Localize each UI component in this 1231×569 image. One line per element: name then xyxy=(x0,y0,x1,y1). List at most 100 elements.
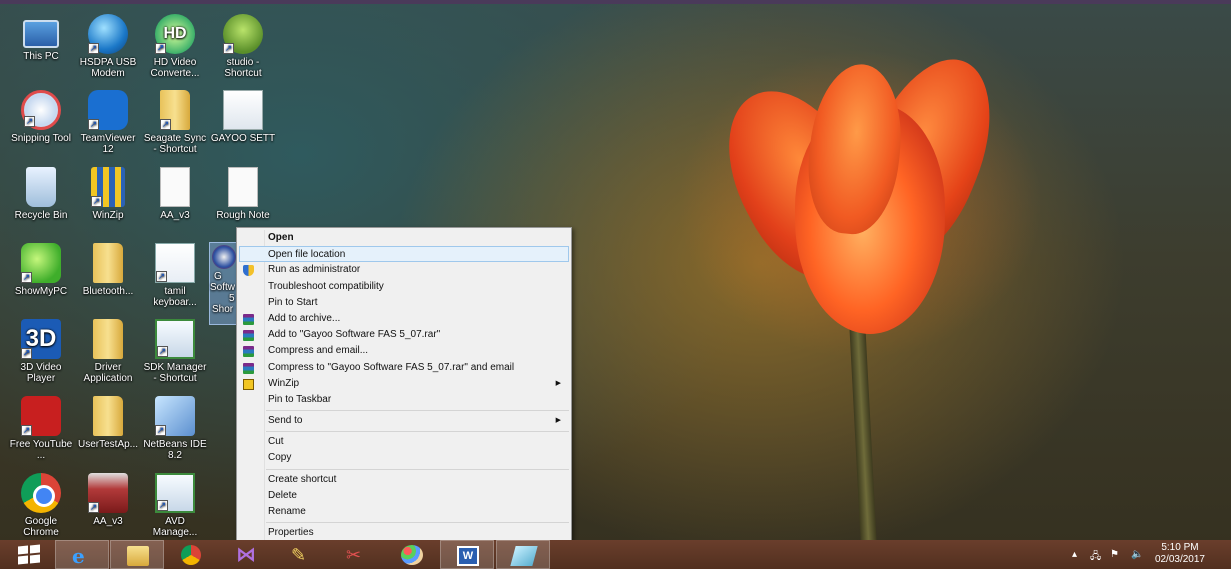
desktop-icon-label: UserTestAp... xyxy=(77,439,139,450)
menu-item-delete[interactable]: Delete xyxy=(237,488,571,504)
menu-item-open[interactable]: Open xyxy=(237,230,571,246)
presentation-icon xyxy=(223,90,263,130)
menu-item-winzip[interactable]: WinZip ▶ xyxy=(237,376,571,392)
taskbar-tools[interactable]: ✎ xyxy=(275,540,329,569)
desktop-icon-sdk-manager[interactable]: ↗ SDK Manager - Shortcut xyxy=(142,319,208,384)
desktop-icon-label: NetBeans IDE 8.2 xyxy=(143,439,207,461)
taskbar-visual-studio[interactable]: ⋈ xyxy=(220,540,274,569)
desktop-icon-avd-manager[interactable]: ↗ AVD Manage... xyxy=(142,473,208,538)
submenu-arrow-icon: ▶ xyxy=(555,379,561,387)
desktop-icon-hd-video-converter[interactable]: HD ↗ HD Video Converte... xyxy=(142,14,208,79)
desktop-icon-hsdpa-modem[interactable]: ↗ HSDPA USB Modem xyxy=(75,14,141,79)
tulip-wallpaper xyxy=(700,41,1020,555)
recycle-bin-icon xyxy=(26,167,56,207)
showmypc-icon: ↗ xyxy=(21,243,61,283)
desktop-icon-bluetooth[interactable]: Bluetooth... xyxy=(75,243,141,297)
menu-item-create-shortcut[interactable]: Create shortcut xyxy=(237,472,571,488)
windows-logo-icon xyxy=(18,545,28,555)
winrar-icon xyxy=(243,346,254,358)
desktop-icon-driver-application[interactable]: Driver Application xyxy=(75,319,141,384)
visual-studio-icon: ⋈ xyxy=(236,544,256,566)
avd-manager-icon: ↗ xyxy=(155,473,195,513)
menu-item-properties[interactable]: Properties xyxy=(237,525,571,541)
desktop-icon-free-youtube[interactable]: ↗ Free YouTube ... xyxy=(8,396,74,461)
desktop-icon-netbeans[interactable]: ↗ NetBeans IDE 8.2 xyxy=(142,396,208,461)
desktop-icon-label: Seagate Sync - Shortcut xyxy=(143,133,207,155)
folder-icon xyxy=(93,243,123,283)
taskbar-clock[interactable]: 5:10 PM 02/03/2017 xyxy=(1155,542,1205,566)
gayoo-software-icon xyxy=(212,245,236,269)
desktop-icon-label: Free YouTube ... xyxy=(9,439,73,461)
menu-item-add-to-archive[interactable]: Add to archive... xyxy=(237,311,571,327)
context-menu: Open Open file location Run as administr… xyxy=(236,227,572,543)
action-center-flag-icon[interactable]: ⚑ xyxy=(1110,549,1119,560)
desktop-icon-rough-note[interactable]: Rough Note xyxy=(210,167,276,221)
menu-item-add-to-rar[interactable]: Add to "Gayoo Software FAS 5_07.rar" xyxy=(237,327,571,343)
menu-item-cut[interactable]: Cut xyxy=(237,434,571,450)
network-icon[interactable]: 🖧 xyxy=(1090,549,1101,566)
desktop-icon-label: TeamViewer 12 xyxy=(80,133,136,155)
speaker-icon[interactable]: 🔈 xyxy=(1131,549,1143,560)
desktop-icon-this-pc[interactable]: This PC xyxy=(8,14,74,62)
desktop-icon-label: GAYOO SETT xyxy=(210,133,276,144)
teamviewer-icon: ↗ xyxy=(88,90,128,130)
desktop-icon-3d-video-player[interactable]: 3D ↗ 3D Video Player xyxy=(8,319,74,384)
winrar-icon xyxy=(243,362,254,374)
clock-date: 02/03/2017 xyxy=(1154,554,1205,565)
chrome-icon xyxy=(181,545,201,565)
desktop[interactable]: This PC ↗ Snipping Tool Recycle Bin ↗ Sh… xyxy=(0,0,1231,569)
desktop-icon-winzip[interactable]: ↗ WinZip xyxy=(75,167,141,221)
taskbar-app[interactable] xyxy=(496,540,550,569)
taskbar-chrome[interactable] xyxy=(165,540,219,569)
desktop-icon-aa-v3-autocad[interactable]: ↗ AA_v3 xyxy=(75,473,141,527)
desktop-icon-usertestap[interactable]: UserTestAp... xyxy=(75,396,141,450)
desktop-icon-aa-v3-doc[interactable]: AA_v3 xyxy=(142,167,208,221)
taskbar-file-explorer[interactable] xyxy=(110,540,164,569)
netbeans-icon: ↗ xyxy=(155,396,195,436)
desktop-icon-label: AA_v3 xyxy=(93,516,123,527)
desktop-icon-label: tamil keyboar... xyxy=(153,286,197,308)
chrome-icon xyxy=(21,473,61,513)
menu-item-troubleshoot-compatibility[interactable]: Troubleshoot compatibility xyxy=(237,279,571,295)
menu-item-compress-and-email[interactable]: Compress and email... xyxy=(237,343,571,359)
youtube-downloader-icon: ↗ xyxy=(21,396,61,436)
menu-item-open-file-location[interactable]: Open file location xyxy=(239,246,569,263)
taskbar-word[interactable]: W xyxy=(440,540,494,569)
desktop-icon-gayoo-sett[interactable]: GAYOO SETT xyxy=(210,90,276,144)
winrar-icon xyxy=(243,330,254,342)
desktop-icon-label: HD Video Converte... xyxy=(150,57,200,79)
desktop-icon-label: Rough Note xyxy=(216,210,270,221)
menu-item-copy[interactable]: Copy xyxy=(237,450,571,466)
menu-item-pin-to-start[interactable]: Pin to Start xyxy=(237,295,571,311)
desktop-icon-label: HSDPA USB Modem xyxy=(79,57,137,79)
hd-video-icon: HD ↗ xyxy=(155,14,195,54)
scissors-icon: ↗ xyxy=(21,90,61,130)
taskbar-snipping-tool[interactable]: ✂ xyxy=(330,540,384,569)
taskbar-internet-explorer[interactable]: e xyxy=(55,540,109,569)
desktop-icon-tamil-keyboard[interactable]: ↗ tamil keyboar... xyxy=(142,243,208,308)
menu-item-rename[interactable]: Rename xyxy=(237,504,571,520)
desktop-icon-recycle-bin[interactable]: Recycle Bin xyxy=(8,167,74,221)
desktop-icon-teamviewer[interactable]: ↗ TeamViewer 12 xyxy=(75,90,141,155)
desktop-icon-snipping-tool[interactable]: ↗ Snipping Tool xyxy=(8,90,74,144)
desktop-icon-label: studio - Shortcut xyxy=(224,57,262,79)
pc-icon xyxy=(23,20,59,48)
document-icon xyxy=(160,167,190,207)
start-button[interactable] xyxy=(18,544,42,565)
autocad-icon: ↗ xyxy=(88,473,128,513)
desktop-icon-google-chrome[interactable]: Google Chrome xyxy=(8,473,74,538)
desktop-icon-label: 3D Video Player xyxy=(20,362,62,384)
word-document-icon: ↗ xyxy=(155,243,195,283)
desktop-icon-seagate-sync[interactable]: ↗ Seagate Sync - Shortcut xyxy=(142,90,208,155)
menu-item-send-to[interactable]: Send to ▶ xyxy=(237,413,571,429)
menu-item-run-as-administrator[interactable]: Run as administrator xyxy=(237,262,571,278)
taskbar-paint[interactable] xyxy=(385,540,439,569)
menu-item-pin-to-taskbar[interactable]: Pin to Taskbar xyxy=(237,392,571,408)
scissors-icon: ✂ xyxy=(346,545,362,565)
desktop-icon-showmypc[interactable]: ↗ ShowMyPC xyxy=(8,243,74,297)
tray-chevron[interactable]: ▴ xyxy=(1072,549,1077,560)
desktop-icon-studio-shortcut[interactable]: ↗ studio - Shortcut xyxy=(210,14,276,79)
desktop-icon-label: Recycle Bin xyxy=(14,210,68,221)
menu-item-compress-to-rar-and-email[interactable]: Compress to "Gayoo Software FAS 5_07.rar… xyxy=(237,360,571,376)
desktop-icon-label: Bluetooth... xyxy=(82,286,134,297)
